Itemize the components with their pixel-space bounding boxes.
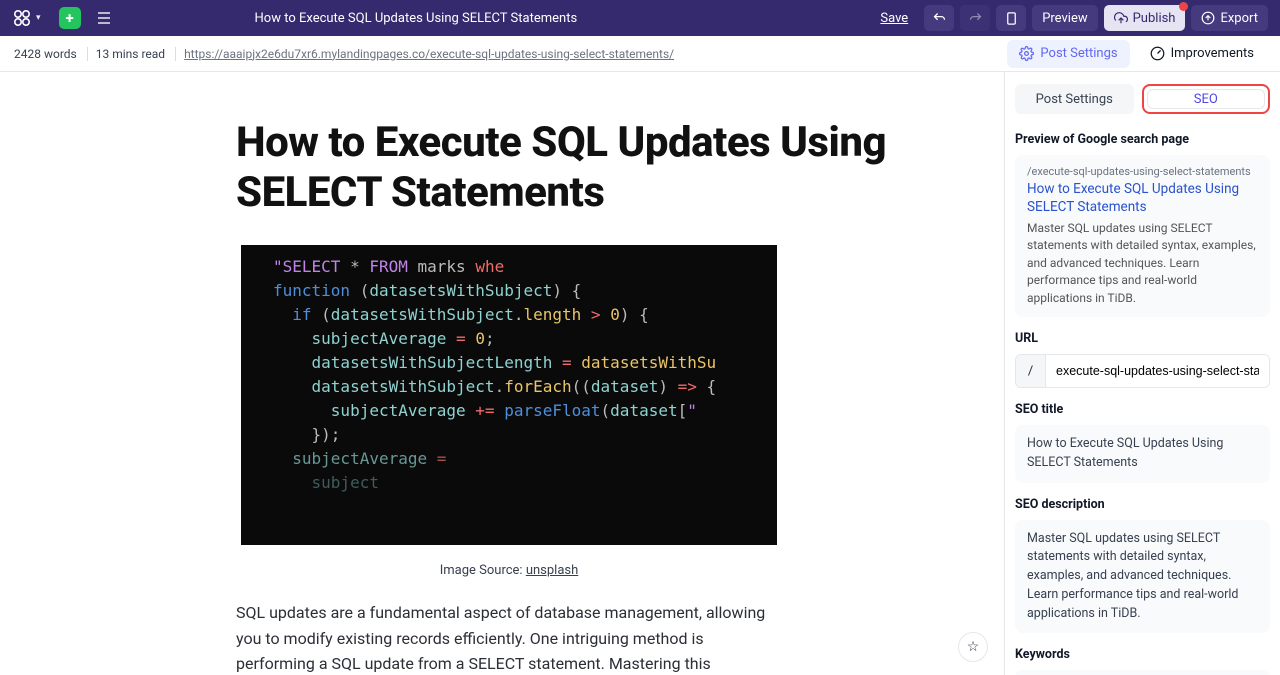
app-logo[interactable] [12,7,34,29]
cloud-upload-icon [1114,11,1128,25]
post-settings-button[interactable]: Post Settings [1007,40,1129,68]
gear-icon [1019,46,1034,61]
improvements-button[interactable]: Improvements [1138,40,1266,68]
google-preview-label: Preview of Google search page [1015,132,1270,147]
sidebar-panel: Post Settings SEO Preview of Google sear… [1004,72,1280,675]
tab-post-settings[interactable]: Post Settings [1015,84,1134,114]
seo-description-input[interactable]: Master SQL updates using SELECT statemen… [1015,520,1270,634]
app-menu-caret-icon[interactable]: ▾ [36,13,41,23]
preview-title: How to Execute SQL Updates Using SELECT … [1027,181,1258,216]
speed-icon [1150,46,1165,61]
undo-button[interactable] [924,5,954,31]
preview-button[interactable]: Preview [1032,5,1097,31]
star-fab-button[interactable]: ☆ [958,632,988,662]
publish-button[interactable]: Publish [1104,5,1186,31]
redo-button[interactable] [960,5,990,31]
read-time: 13 mins read [96,47,176,61]
seo-title-input[interactable]: How to Execute SQL Updates Using SELECT … [1015,425,1270,483]
seo-description-label: SEO description [1015,497,1270,512]
preview-path: /execute-sql-updates-using-select-statem… [1027,165,1258,178]
notification-dot-icon [1179,2,1188,11]
tab-seo[interactable]: SEO [1147,89,1266,109]
preview-description: Master SQL updates using SELECT statemen… [1027,220,1258,307]
list-view-button[interactable] [93,7,115,29]
permalink[interactable]: https://aaaipjx2e6du7xr6.mylandingpages.… [184,47,674,61]
google-preview-card: /execute-sql-updates-using-select-statem… [1015,155,1270,317]
image-source-link[interactable]: unsplash [526,563,578,578]
save-button[interactable]: Save [870,5,918,31]
url-input[interactable] [1046,355,1269,387]
keywords-label: Keywords [1015,647,1270,662]
export-button[interactable]: Export [1191,5,1268,31]
hero-image[interactable]: "SELECT * FROM marks whe function (datas… [241,245,777,545]
article-heading[interactable]: How to Execute SQL Updates Using SELECT … [236,118,1004,217]
word-count: 2428 words [14,47,88,61]
document-title: How to Execute SQL Updates Using SELECT … [255,11,578,26]
export-icon [1201,11,1215,25]
seo-tab-highlight: SEO [1142,84,1271,114]
editor-area[interactable]: How to Execute SQL Updates Using SELECT … [0,72,1004,675]
add-button[interactable]: + [59,7,81,29]
image-caption: Image Source: unsplash [241,563,777,578]
device-button[interactable] [996,5,1026,31]
url-prefix: / [1016,355,1046,387]
article-paragraph[interactable]: SQL updates are a fundamental aspect of … [236,600,772,675]
seo-title-label: SEO title [1015,402,1270,417]
keywords-input[interactable]: sql update from a select [1015,670,1270,675]
url-label: URL [1015,331,1270,346]
